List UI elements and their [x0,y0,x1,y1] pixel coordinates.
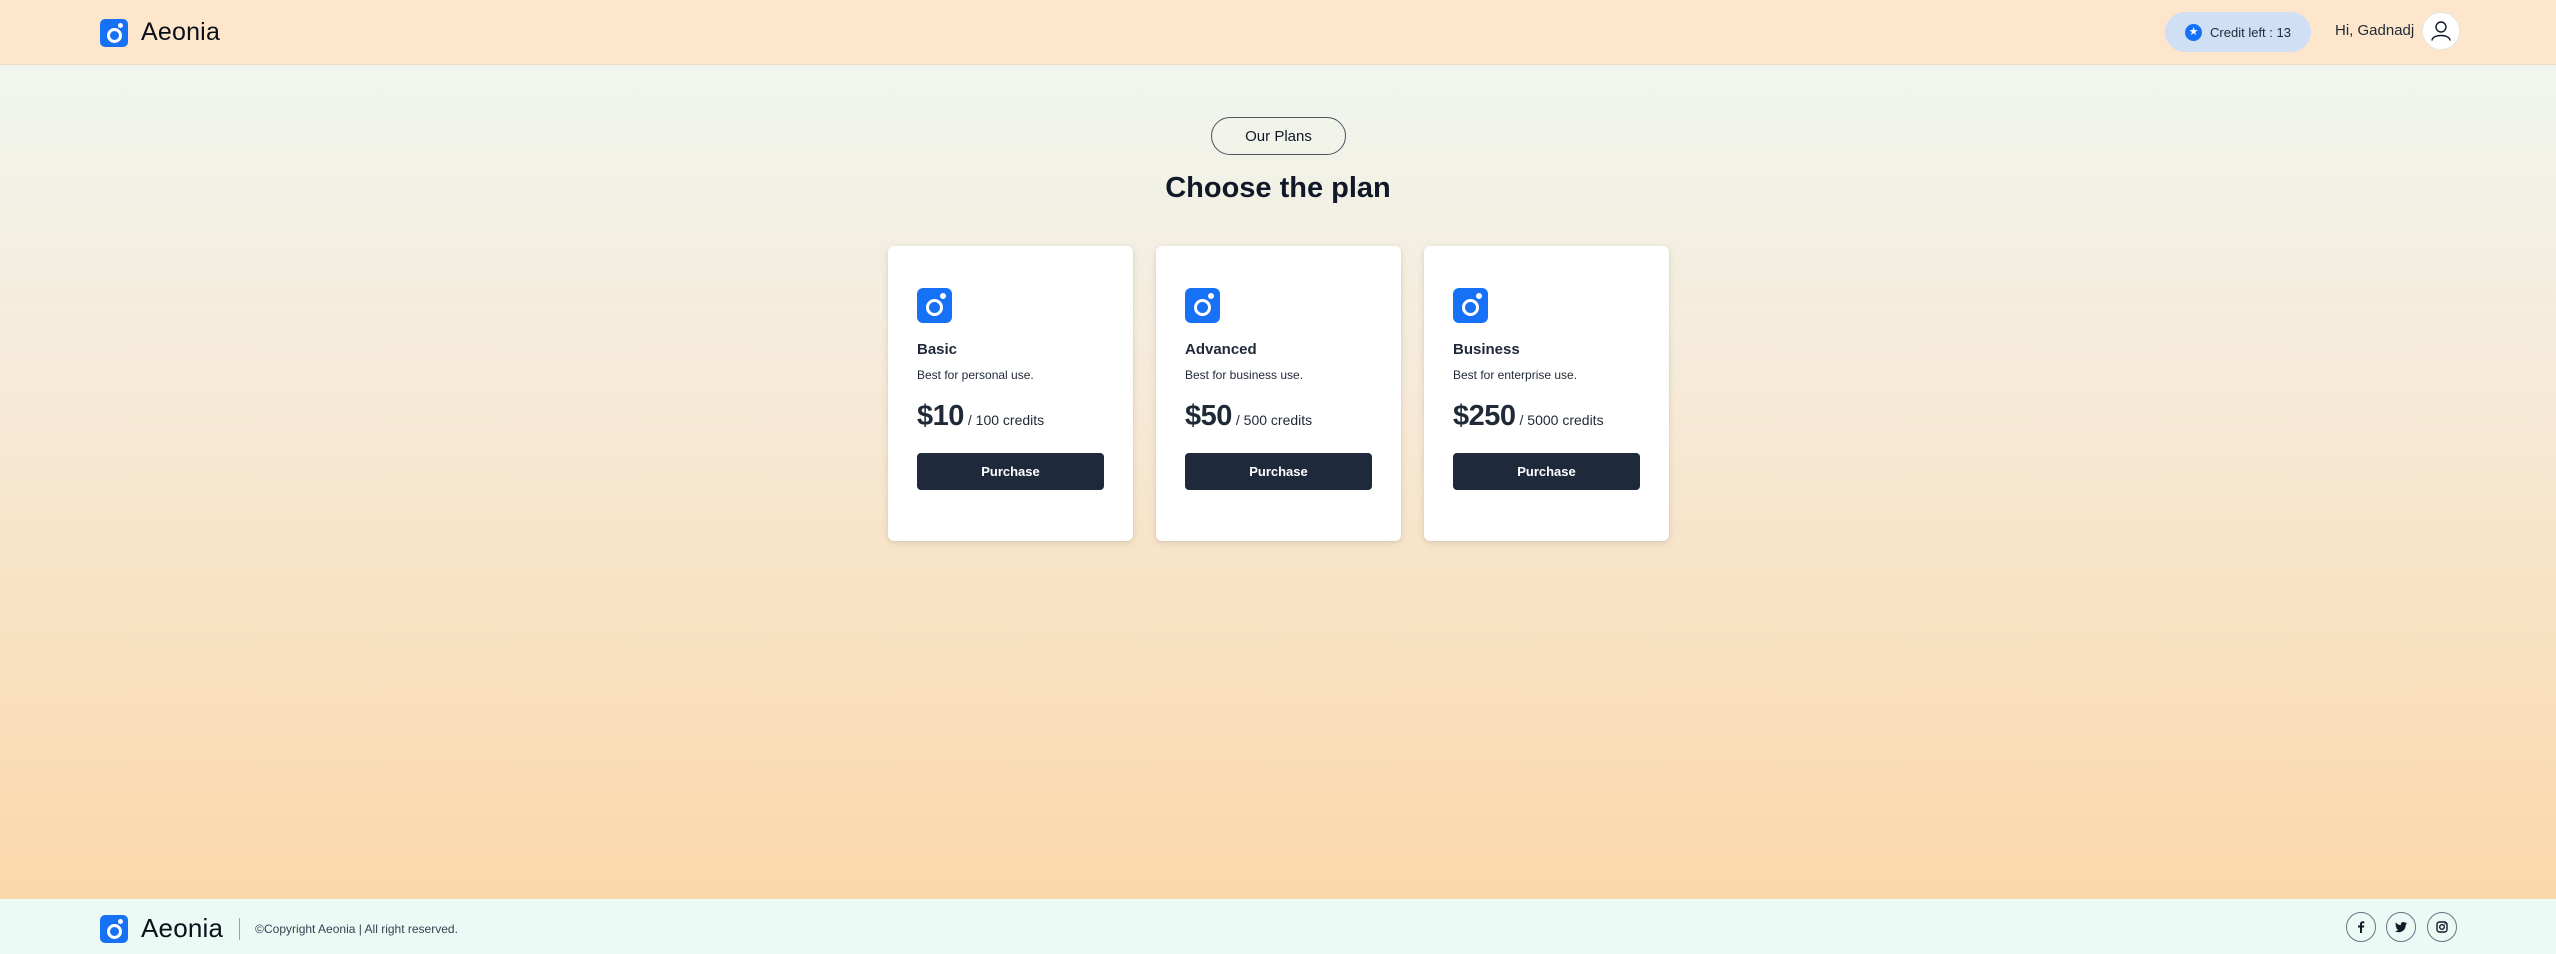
plan-description: Best for personal use. [917,368,1034,382]
purchase-basic-button[interactable]: Purchase [917,453,1104,490]
credit-label: Credit left : 13 [2210,24,2291,40]
facebook-link[interactable] [2346,912,2376,942]
twitter-link[interactable] [2386,912,2416,942]
user-avatar[interactable] [2422,12,2460,50]
plan-name: Basic [917,341,958,358]
header-brand[interactable]: Aeonia [100,18,220,47]
user-icon [2431,21,2451,41]
plan-name: Business [1453,341,1520,358]
plan-price: $10 [917,400,964,432]
plan-price-row: $10 / 100 credits [917,400,1104,433]
facebook-icon [2358,921,2365,933]
plan-price: $50 [1185,400,1232,432]
plan-credits: / 500 credits [1235,412,1313,428]
footer-divider [239,917,241,940]
plan-logo-icon [1453,288,1488,323]
page-title: Choose the plan [1165,172,1391,204]
plan-card-basic: Basic Best for personal use. $10 / 100 c… [888,246,1133,541]
instagram-link[interactable] [2427,912,2457,942]
plan-description: Best for enterprise use. [1453,368,1578,382]
plan-card-business: Business Best for enterprise use. $250 /… [1424,246,1669,541]
plan-description: Best for business use. [1185,368,1304,382]
plan-price-row: $250 / 5000 credits [1453,400,1640,433]
footer-brand-name: Aeonia [141,913,224,943]
plan-credits: / 100 credits [967,412,1045,428]
our-plans-badge: Our Plans [1211,117,1346,155]
plan-price-row: $50 / 500 credits [1185,400,1372,433]
credit-balance-badge[interactable]: ★ Credit left : 13 [2165,12,2311,52]
top-navbar: Aeonia ★ Credit left : 13 Hi, Gadnadj [0,0,2556,65]
plan-logo-icon [1185,288,1220,323]
footer-brand[interactable]: Aeonia ©Copyright Aeonia | All right res… [100,913,458,944]
purchase-advanced-button[interactable]: Purchase [1185,453,1372,490]
copyright-text: ©Copyright Aeonia | All right reserved. [255,921,458,936]
plan-credits: / 5000 credits [1519,412,1604,428]
purchase-business-button[interactable]: Purchase [1453,453,1640,490]
twitter-icon [2395,922,2407,933]
star-icon: ★ [2185,23,2203,41]
plan-card-advanced: Advanced Best for business use. $50 / 50… [1156,246,1401,541]
plan-name: Advanced [1185,341,1257,358]
plan-price: $250 [1453,400,1516,432]
aeonia-logo-icon [100,914,128,943]
plan-logo-icon [917,288,952,323]
aeonia-logo-icon [100,18,128,47]
instagram-icon [2436,921,2448,933]
brand-name: Aeonia [141,18,221,46]
user-greeting: Hi, Gadnadj [2335,22,2415,39]
